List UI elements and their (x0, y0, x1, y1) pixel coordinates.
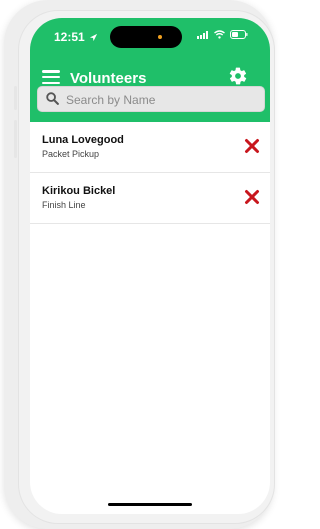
search-bar[interactable] (37, 86, 265, 112)
wifi-icon (214, 30, 225, 39)
location-arrow-icon (89, 33, 97, 41)
volunteer-name: Kirikou Bickel (42, 185, 116, 197)
side-button (14, 86, 17, 110)
dynamic-island (110, 26, 182, 48)
battery-icon (230, 30, 248, 39)
status-time: 12:51 (54, 30, 98, 44)
status-icons (197, 30, 248, 39)
status-time-text: 12:51 (54, 30, 85, 44)
search-icon (46, 92, 59, 105)
volunteer-role: Packet Pickup (42, 149, 100, 159)
list-item[interactable]: Luna Lovegood Packet Pickup (30, 122, 270, 173)
delete-icon[interactable] (244, 189, 260, 205)
gear-icon[interactable] (228, 66, 248, 86)
volunteer-list: Luna Lovegood Packet Pickup Kirikou Bick… (30, 122, 270, 224)
camera-indicator (158, 35, 162, 39)
screen: 12:51 Volunteers Search by Name Luna Lov… (30, 18, 270, 514)
delete-icon[interactable] (244, 138, 260, 154)
search-input[interactable] (64, 90, 258, 110)
volunteer-role: Finish Line (42, 200, 86, 210)
home-indicator[interactable] (108, 503, 192, 506)
list-item[interactable]: Kirikou Bickel Finish Line (30, 173, 270, 224)
side-button (14, 120, 17, 158)
volunteer-name: Luna Lovegood (42, 134, 124, 146)
page-title: Volunteers (70, 70, 147, 87)
app-header: 12:51 Volunteers Search by Name (30, 18, 270, 122)
menu-icon[interactable] (42, 70, 60, 84)
signal-icon (197, 30, 208, 39)
